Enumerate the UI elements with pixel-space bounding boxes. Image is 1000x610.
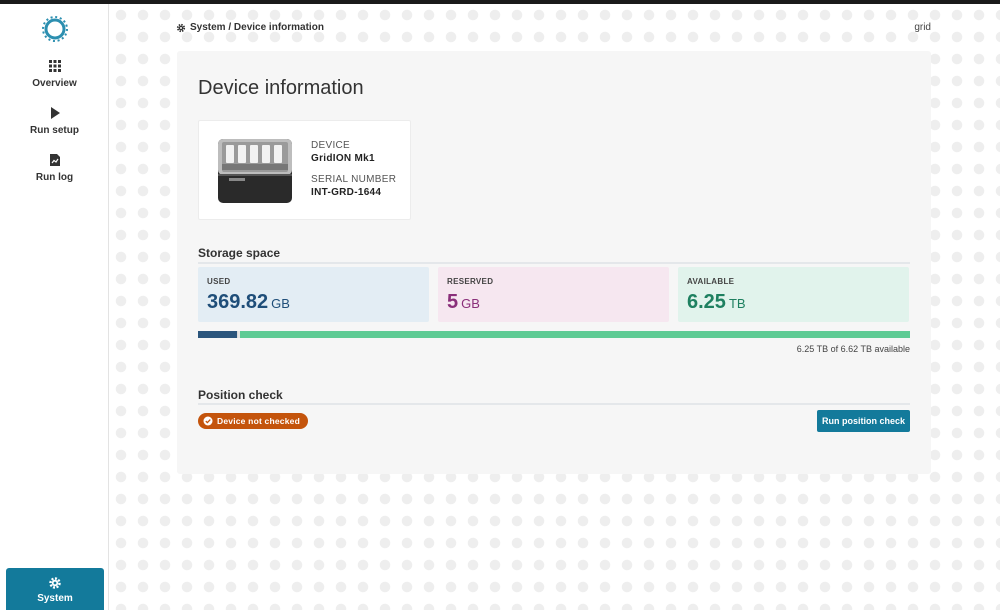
sidebar-item-run-log[interactable]: Run log (0, 153, 109, 197)
breadcrumb: System / Device information (176, 22, 324, 33)
run-position-check-button[interactable]: Run position check (817, 410, 910, 432)
sidebar-item-overview[interactable]: Overview (0, 59, 109, 103)
serial-number-value: INT-GRD-1644 (311, 187, 382, 198)
available-stat: AVAILABLE 6.25 TB (678, 267, 909, 322)
available-label: AVAILABLE (687, 277, 735, 286)
page-title: Device information (198, 77, 364, 99)
play-icon (50, 107, 60, 119)
available-value: 6.25 (687, 291, 726, 313)
gridion-device-image (218, 139, 292, 203)
reserved-stat: RESERVED 5 GB (438, 267, 669, 322)
reserved-value-line: 5 GB (447, 291, 480, 314)
status-badge: Device not checked (198, 413, 308, 429)
sidebar-item-label: Run setup (30, 125, 79, 136)
hostname: grid (914, 22, 931, 33)
status-text: Device not checked (217, 416, 300, 426)
sidebar-item-label: System (37, 593, 73, 604)
gear-icon (176, 23, 186, 32)
storage-usage-bar (198, 331, 910, 338)
document-chart-icon (49, 154, 60, 166)
position-check-title: Position check (198, 388, 283, 402)
reserved-value: 5 (447, 291, 459, 313)
storage-summary: 6.25 TB of 6.62 TB available (796, 344, 910, 354)
device-label: DEVICE (311, 140, 351, 151)
device-card: DEVICE GridION Mk1 SERIAL NUMBER INT-GRD… (198, 120, 411, 220)
logo-icon[interactable] (41, 15, 69, 43)
storage-section-title: Storage space (198, 246, 281, 260)
used-unit: GB (271, 296, 290, 311)
check-circle-icon (203, 416, 213, 426)
used-value: 369.82 (207, 291, 269, 313)
app-window: Overview Run setup Run log System System… (0, 4, 1000, 610)
breadcrumb-text: System / Device information (190, 22, 324, 33)
available-value-line: 6.25 TB (687, 291, 746, 314)
available-segment (240, 331, 910, 338)
used-stat: USED 369.82 GB (198, 267, 429, 322)
reserved-label: RESERVED (447, 277, 494, 286)
sidebar: Overview Run setup Run log System (0, 4, 109, 610)
used-value-line: 369.82 GB (207, 291, 290, 314)
serial-number-label: SERIAL NUMBER (311, 174, 397, 185)
device-value: GridION Mk1 (311, 153, 375, 164)
section-divider (198, 403, 910, 405)
reserved-unit: GB (461, 296, 480, 311)
gear-icon (49, 577, 61, 589)
device-info-panel: Device information DEVICE GridION Mk1 SE… (177, 51, 931, 474)
used-segment (198, 331, 237, 338)
sidebar-item-system[interactable]: System (6, 568, 104, 610)
reserved-segment (237, 331, 238, 338)
section-divider (198, 262, 910, 264)
used-label: USED (207, 277, 231, 286)
sidebar-item-label: Overview (32, 78, 77, 89)
sidebar-item-label: Run log (35, 172, 74, 183)
grid-icon (48, 60, 61, 72)
available-unit: TB (728, 296, 746, 311)
sidebar-item-run-setup[interactable]: Run setup (0, 106, 109, 150)
